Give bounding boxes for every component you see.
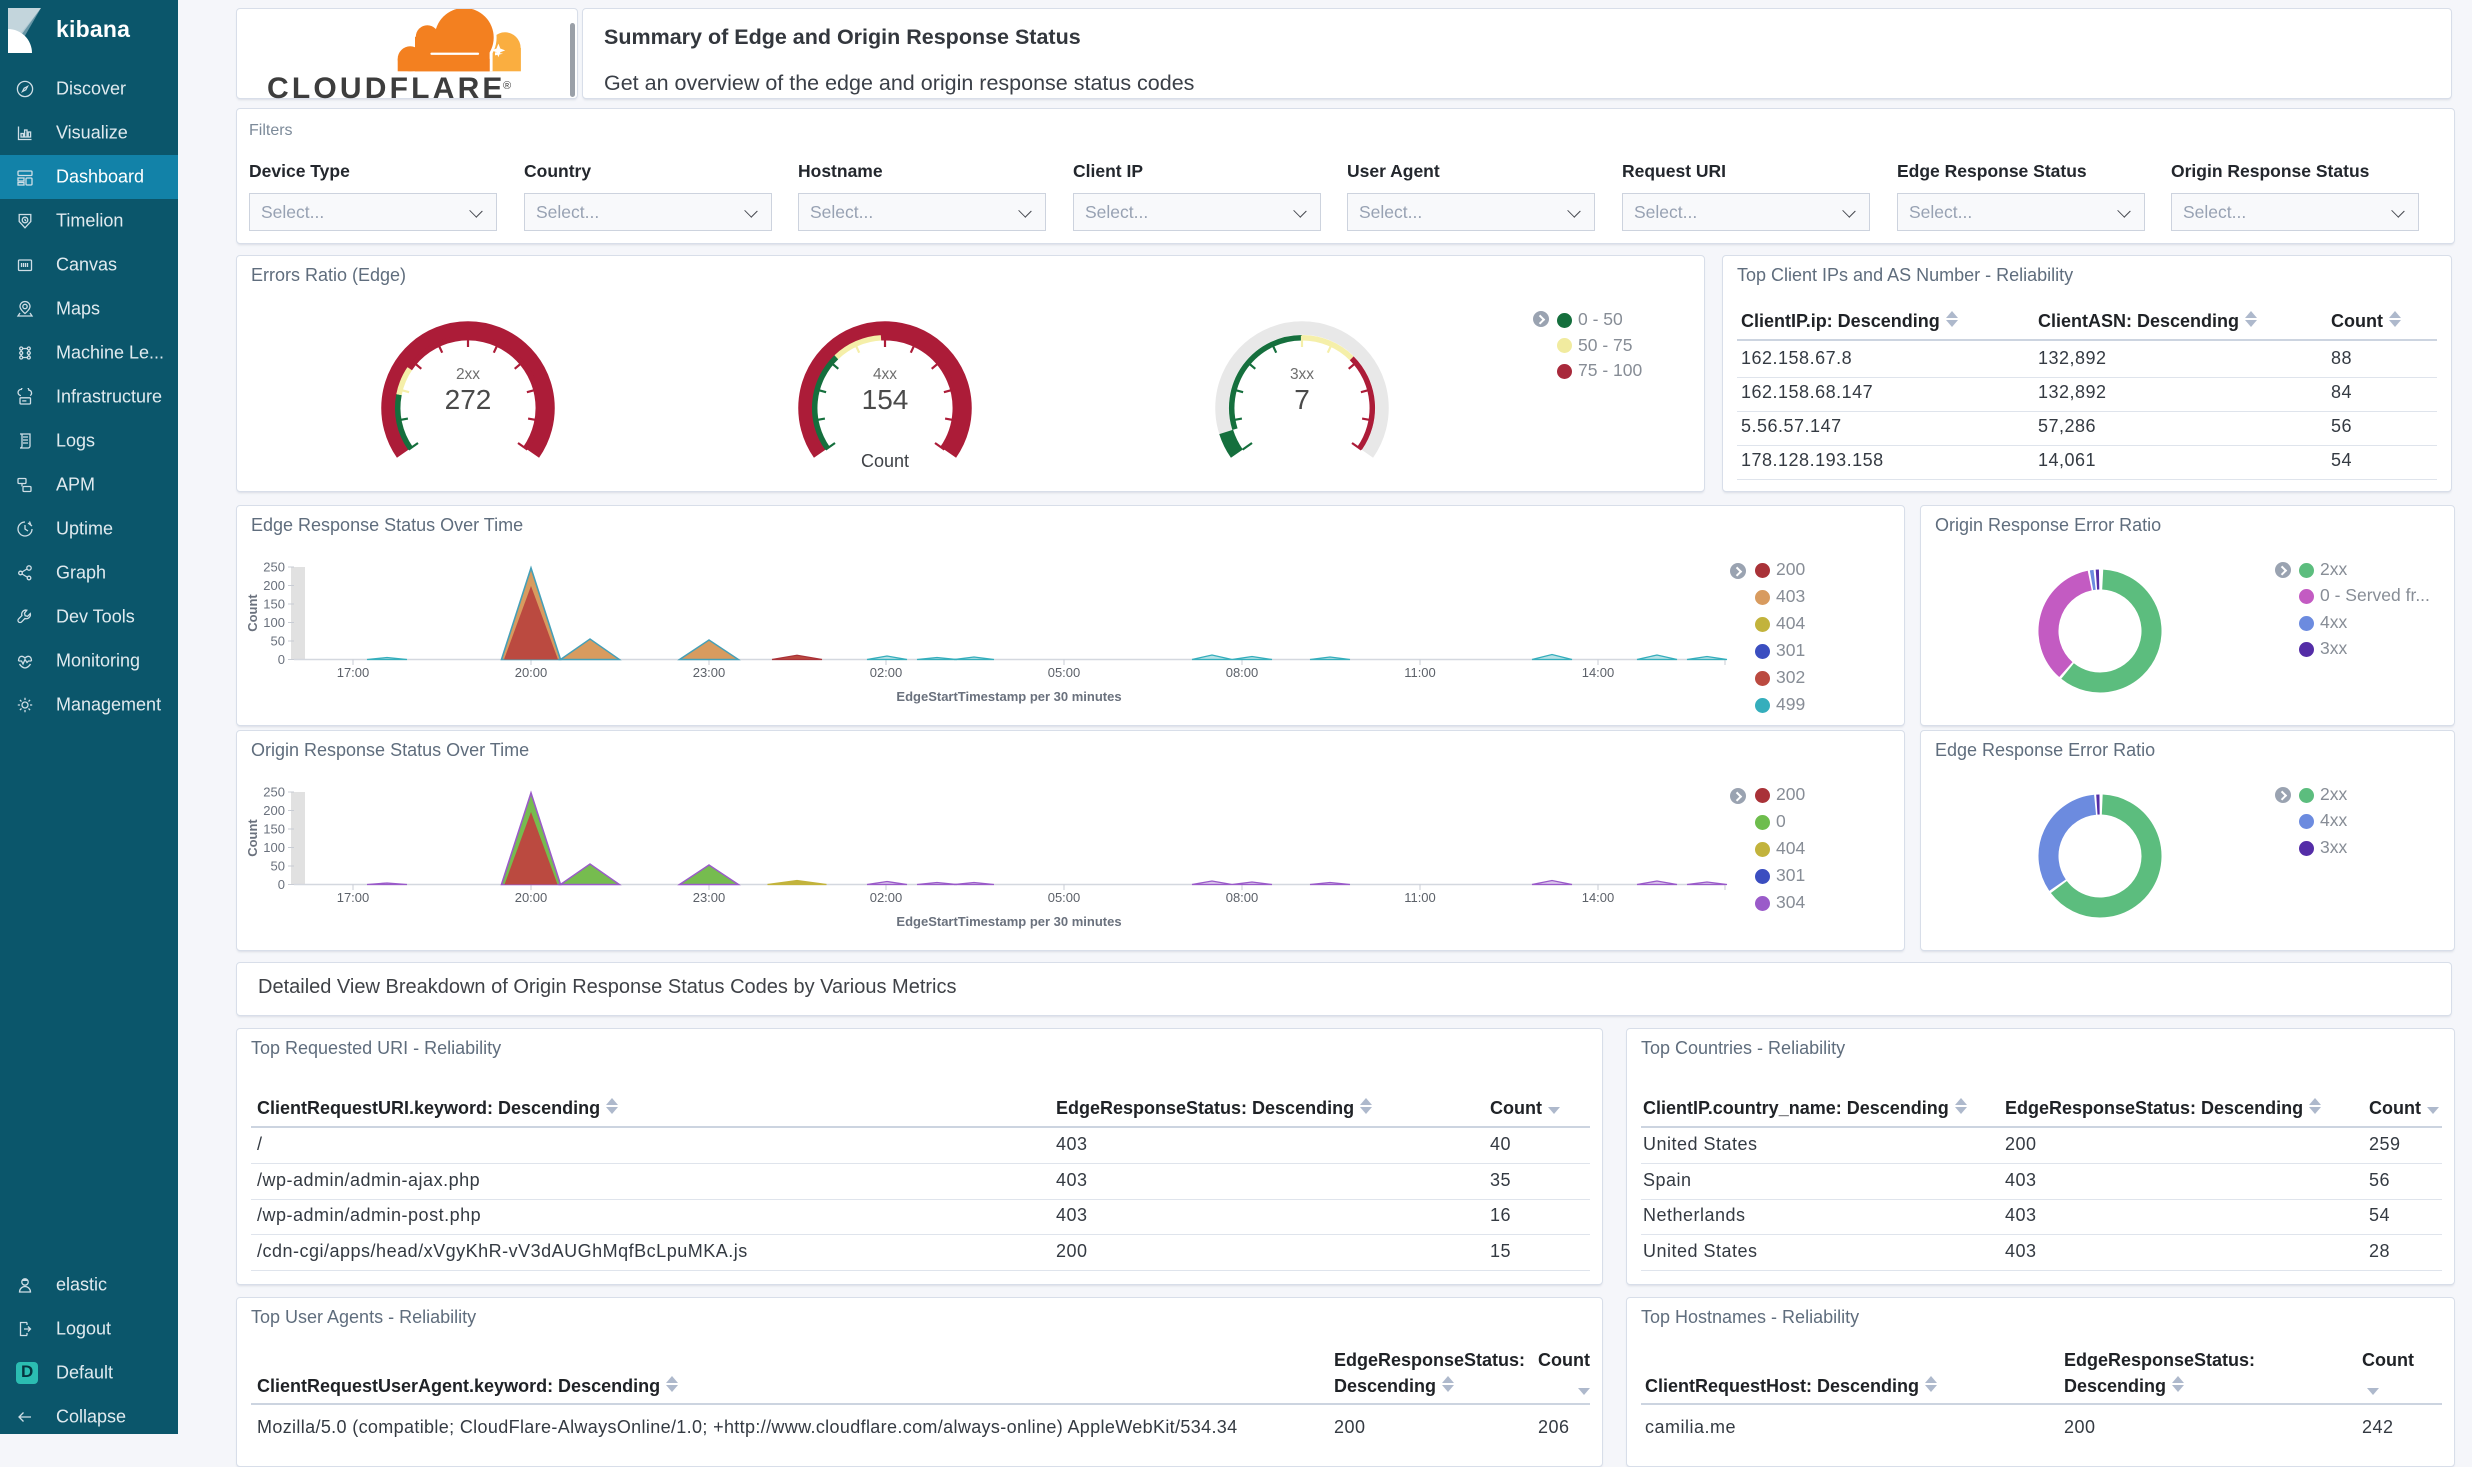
svg-text:02:00: 02:00 bbox=[870, 665, 903, 680]
svg-text:17:00: 17:00 bbox=[337, 890, 370, 905]
svg-text:23:00: 23:00 bbox=[693, 665, 726, 680]
svg-text:4xx: 4xx bbox=[873, 366, 897, 383]
svg-text:50: 50 bbox=[271, 859, 285, 874]
svg-text:0: 0 bbox=[278, 652, 285, 667]
svg-text:11:00: 11:00 bbox=[1404, 665, 1436, 680]
svg-text:17:00: 17:00 bbox=[337, 665, 370, 680]
svg-text:50: 50 bbox=[271, 634, 285, 649]
svg-text:250: 250 bbox=[263, 785, 285, 800]
svg-text:3xx: 3xx bbox=[1290, 366, 1314, 383]
svg-text:200: 200 bbox=[263, 578, 285, 593]
svg-text:14:00: 14:00 bbox=[1582, 665, 1615, 680]
svg-text:7: 7 bbox=[1294, 384, 1310, 415]
svg-text:08:00: 08:00 bbox=[1226, 890, 1259, 905]
svg-text:20:00: 20:00 bbox=[515, 890, 548, 905]
svg-text:EdgeStartTimestamp per 30 minu: EdgeStartTimestamp per 30 minutes bbox=[896, 689, 1121, 704]
svg-text:2xx: 2xx bbox=[456, 366, 480, 383]
svg-text:14:00: 14:00 bbox=[1582, 890, 1615, 905]
svg-text:23:00: 23:00 bbox=[693, 890, 726, 905]
svg-text:Count: Count bbox=[245, 819, 260, 857]
svg-text:100: 100 bbox=[263, 840, 285, 855]
svg-text:05:00: 05:00 bbox=[1048, 665, 1081, 680]
svg-text:05:00: 05:00 bbox=[1048, 890, 1081, 905]
svg-text:02:00: 02:00 bbox=[870, 890, 903, 905]
svg-text:CLOUDFLARE: CLOUDFLARE bbox=[267, 72, 506, 101]
svg-text:20:00: 20:00 bbox=[515, 665, 548, 680]
svg-text:EdgeStartTimestamp per 30 minu: EdgeStartTimestamp per 30 minutes bbox=[896, 914, 1121, 929]
svg-text:Count: Count bbox=[861, 451, 909, 471]
svg-text:272: 272 bbox=[445, 384, 492, 415]
svg-text:250: 250 bbox=[263, 560, 285, 575]
svg-text:150: 150 bbox=[263, 597, 285, 612]
svg-text:200: 200 bbox=[263, 803, 285, 818]
svg-text:0: 0 bbox=[278, 877, 285, 892]
svg-text:08:00: 08:00 bbox=[1226, 665, 1259, 680]
svg-text:154: 154 bbox=[862, 384, 909, 415]
svg-text:11:00: 11:00 bbox=[1404, 890, 1436, 905]
svg-text:®: ® bbox=[503, 80, 511, 92]
svg-text:Count: Count bbox=[245, 594, 260, 632]
svg-text:100: 100 bbox=[263, 615, 285, 630]
svg-text:150: 150 bbox=[263, 822, 285, 837]
